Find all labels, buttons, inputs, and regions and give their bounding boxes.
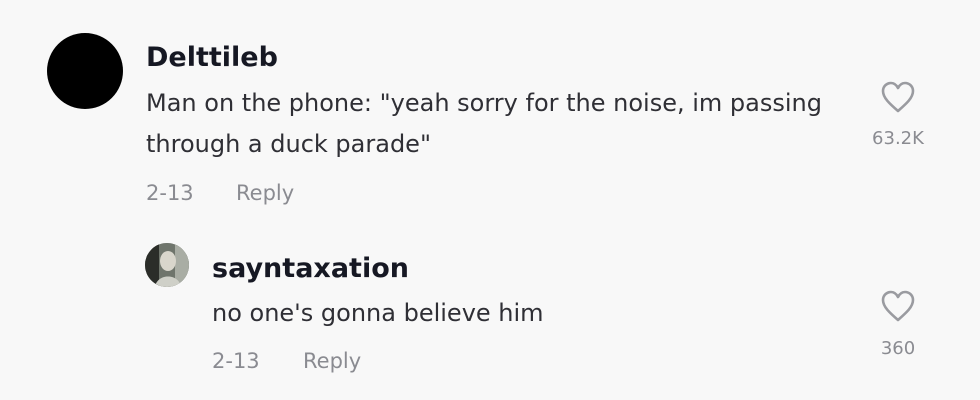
reply-button[interactable]: Reply xyxy=(236,181,294,205)
reply-button[interactable]: Reply xyxy=(303,349,361,373)
comment-text: Man on the phone: "yeah sorry for the no… xyxy=(146,89,822,158)
profile-photo xyxy=(145,243,189,287)
comment-username[interactable]: sayntaxation xyxy=(212,253,409,284)
comment-username[interactable]: Delttileb xyxy=(146,42,278,73)
heart-outline-icon xyxy=(881,81,915,113)
avatar[interactable] xyxy=(47,33,123,109)
comment-date: 2-13 xyxy=(146,181,194,205)
heart-icon[interactable] xyxy=(880,289,916,323)
comment-text: no one's gonna believe him xyxy=(212,299,544,327)
comment-date: 2-13 xyxy=(212,349,260,373)
heart-outline-icon xyxy=(881,290,915,322)
like-count: 360 xyxy=(880,338,916,359)
avatar[interactable] xyxy=(145,243,189,287)
like-count: 63.2K xyxy=(872,128,924,149)
heart-icon[interactable] xyxy=(880,80,916,114)
